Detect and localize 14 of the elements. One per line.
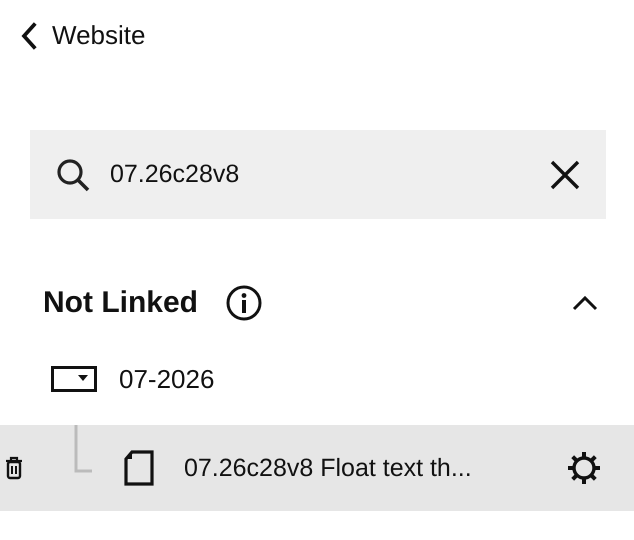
folder-icon[interactable] <box>51 366 97 392</box>
search-icon <box>56 158 90 192</box>
settings-icon[interactable] <box>566 450 602 486</box>
page-row[interactable]: 07.26c28v8 Float text th... <box>0 425 634 511</box>
search-field[interactable]: 07.26c28v8 <box>110 160 530 189</box>
chevron-up-icon[interactable] <box>572 295 598 311</box>
back-button[interactable]: Website <box>18 20 146 51</box>
folder-label[interactable]: 07-2026 <box>119 364 214 394</box>
page-icon <box>124 450 154 486</box>
close-icon[interactable] <box>550 160 580 190</box>
trash-icon[interactable] <box>4 456 24 480</box>
section-title: Not Linked <box>43 286 198 320</box>
tree-connector <box>74 425 94 475</box>
info-icon[interactable] <box>226 285 262 321</box>
